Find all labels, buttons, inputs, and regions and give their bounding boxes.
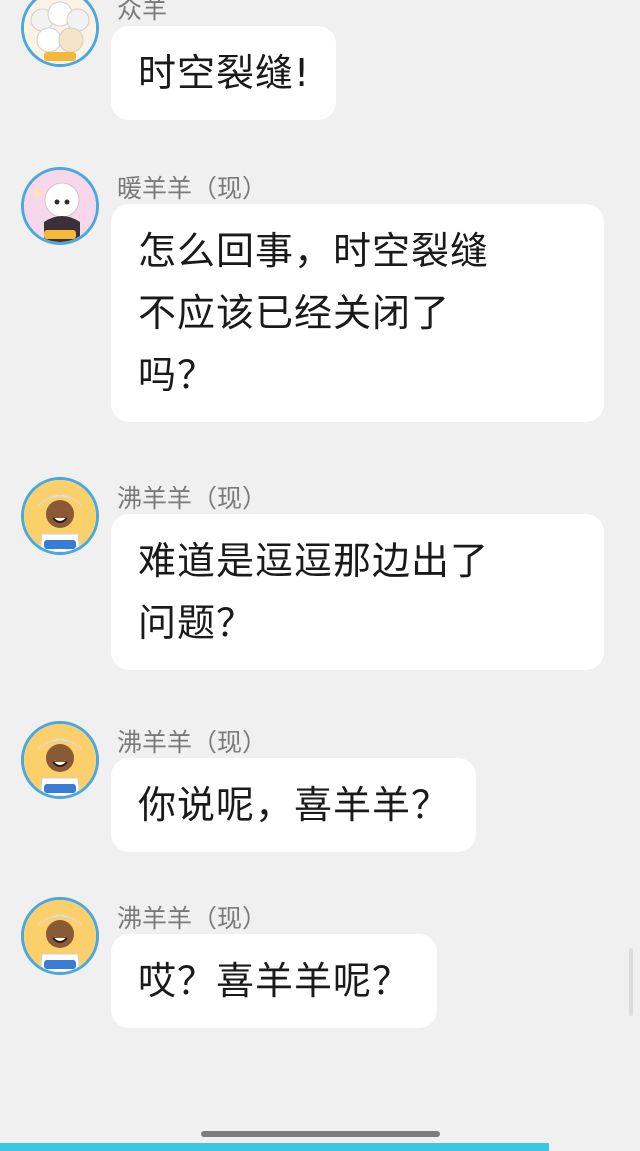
sender-name: 众羊 xyxy=(117,0,168,24)
fei-yang-yang-avatar-icon[interactable] xyxy=(21,477,99,555)
sender-name: 沸羊羊（现） xyxy=(117,728,268,757)
fei-yang-yang-avatar-icon[interactable] xyxy=(21,897,99,975)
nuan-yang-yang-avatar-icon[interactable] xyxy=(21,167,99,245)
home-indicator[interactable] xyxy=(201,1131,440,1137)
scrollbar[interactable] xyxy=(629,948,633,1016)
message-bubble[interactable]: 你说呢，喜羊羊？ xyxy=(111,758,477,852)
sender-name: 沸羊羊（现） xyxy=(117,484,268,513)
sender-name: 沸羊羊（现） xyxy=(117,904,268,933)
message-bubble[interactable]: 哎？喜羊羊呢？ xyxy=(111,934,438,1028)
bottom-accent-strip xyxy=(0,1143,549,1151)
message-bubble[interactable]: 难道是逗逗那边出了 问题？ xyxy=(111,514,604,670)
group-goats-avatar-icon[interactable] xyxy=(21,0,99,67)
message-bubble[interactable]: 时空裂缝! xyxy=(111,26,337,120)
message-bubble[interactable]: 怎么回事，时空裂缝 不应该已经关闭了 吗？ xyxy=(111,204,604,422)
fei-yang-yang-avatar-icon[interactable] xyxy=(21,721,99,799)
sender-name: 暖羊羊（现） xyxy=(117,174,268,203)
